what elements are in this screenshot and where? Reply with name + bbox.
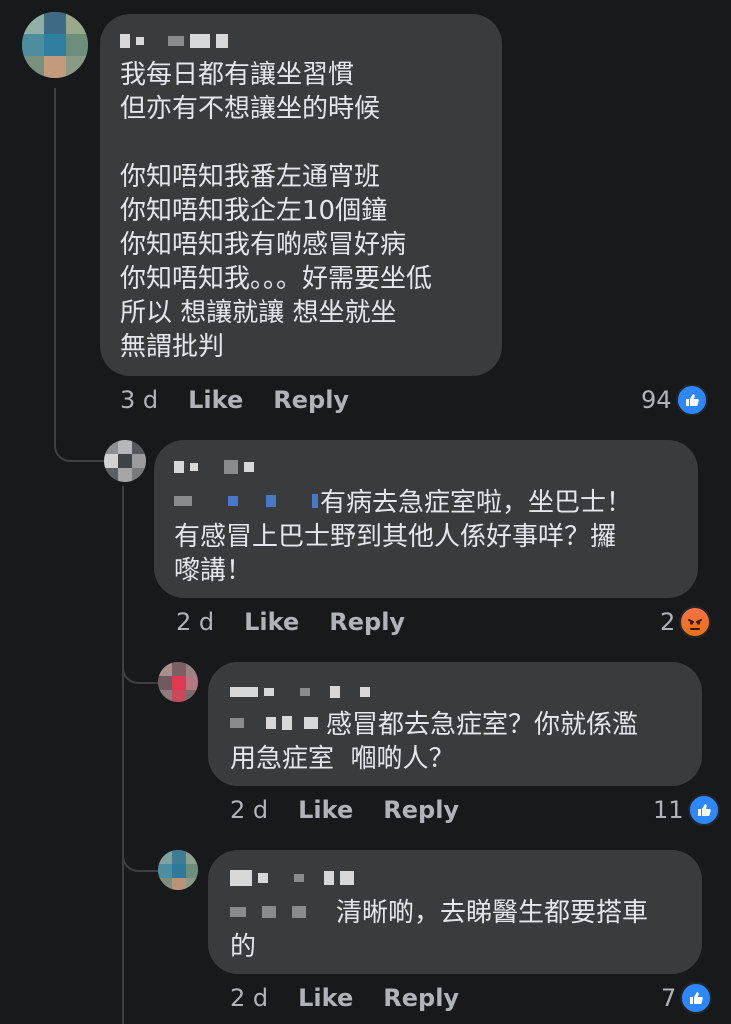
reaction-summary[interactable]: 2 [660,606,712,638]
like-icon [687,794,720,826]
reply-button[interactable]: Reply [329,608,405,636]
avatar-pixel [104,454,118,468]
comment-actions: 2 d Like Reply [230,984,489,1012]
comment-text-line: 你知唔知我。。。好需要坐低 [120,264,433,294]
reply-button[interactable]: Reply [383,984,459,1012]
comment-text-line: 但亦有不想讓坐的時候 [120,94,381,124]
avatar-pixel [132,468,146,482]
avatar-pixel [22,12,44,34]
comment-actions: 3 d Like Reply [120,386,379,414]
avatar-pixel [66,56,88,78]
avatar-pixel [22,56,44,78]
thread-connector-reply-1 [54,430,104,462]
like-button[interactable]: Like [298,796,353,824]
comment-bubble: 感冒都去急症室？你就係濫 用急症室 嗰啲人？ [208,662,702,786]
reaction-count: 7 [661,984,677,1012]
like-icon [675,384,708,416]
comment-text-line: 你知唔知我有啲感冒好病 [120,230,407,260]
avatar-pixel [118,454,132,468]
comment-text-line: 你知唔知我番左通宵班 [120,162,381,192]
comment-actions: 2 d Like Reply [176,608,435,636]
avatar-pixel [186,864,198,878]
avatar-pixel [66,34,88,56]
reaction-summary[interactable]: 7 [661,982,713,1014]
comment-text-line: 嚟講！ [174,556,253,586]
comment-text-line: 有感冒上巴士野到其他人係好事咩？攞 [174,522,617,552]
avatar-pixel [104,440,118,454]
angry-icon [679,606,712,638]
avatar-pixel [172,676,186,690]
reaction-count: 11 [653,796,684,824]
thread-line-main [54,88,56,448]
comment-timestamp[interactable]: 2 d [230,796,268,824]
like-button[interactable]: Like [298,984,353,1012]
avatar[interactable] [104,440,146,482]
avatar-pixel [158,690,172,702]
avatar-pixel [158,662,172,676]
avatar-pixel [132,440,146,454]
thread-connector-reply-3 [122,840,158,872]
thread-connector-reply-2 [122,652,158,684]
like-icon [680,982,713,1014]
comment-timestamp[interactable]: 2 d [176,608,214,636]
commenter-name-redacted[interactable] [230,906,306,918]
avatar-pixel [186,878,198,890]
avatar-pixel [172,864,186,878]
avatar-pixel [172,662,186,676]
commenter-name-redacted[interactable] [120,34,228,48]
avatar-pixel [186,662,198,676]
like-button[interactable]: Like [244,608,299,636]
like-button[interactable]: Like [188,386,243,414]
reaction-summary[interactable]: 94 [641,384,708,416]
avatar-pixel [186,690,198,702]
avatar-pixel [118,468,132,482]
commenter-name-redacted[interactable] [230,870,354,886]
comment-actions: 2 d Like Reply [230,796,489,824]
comment-text-line: 你知唔知我企左10個鐘 [120,196,388,226]
reaction-count: 94 [641,386,672,414]
commenter-name-redacted[interactable] [230,716,318,730]
comment-bubble: 清晰啲，去睇醫生都要搭車 的 [208,850,702,974]
thread-line-nested [122,486,124,1024]
avatar-pixel [172,690,186,702]
avatar-pixel [66,12,88,34]
comment-timestamp[interactable]: 2 d [230,984,268,1012]
avatar-pixel [44,56,66,78]
avatar[interactable] [22,12,88,78]
comment-text-line: 所以 想讓就讓 想坐就坐 [120,298,397,328]
comment-text-line: 清晰啲，去睇醫生都要搭車 [336,898,649,928]
comment-text-line: 無謂批判 [120,332,225,362]
reply-button[interactable]: Reply [383,796,459,824]
avatar-pixel [44,34,66,56]
avatar[interactable] [158,662,198,702]
avatar-pixel [22,34,44,56]
comment-bubble: 我每日都有讓坐習慣 但亦有不想讓坐的時候 你知唔知我番左通宵班 你知唔知我企左1… [100,14,502,376]
reaction-summary[interactable]: 11 [653,794,720,826]
avatar-pixel [158,850,172,864]
comment-timestamp[interactable]: 3 d [120,386,158,414]
commenter-name-redacted[interactable] [230,686,370,698]
comment-text-line: 我每日都有讓坐習慣 [120,60,355,90]
mention-name-redacted[interactable] [174,494,318,508]
avatar-pixel [186,850,198,864]
avatar-pixel [44,12,66,34]
avatar-pixel [172,878,186,890]
avatar[interactable] [158,850,198,890]
commenter-name-redacted[interactable] [174,460,254,474]
avatar-pixel [158,878,172,890]
comment-text-line: 用急症室 嗰啲人？ [230,744,455,774]
comment-text-line: 的 [230,932,257,962]
comment-bubble: 有病去急症室啦，坐巴士！ 有感冒上巴士野到其他人係好事咩？攞 嚟講！ [154,440,698,598]
avatar-pixel [132,454,146,468]
avatar-pixel [158,864,172,878]
reply-button[interactable]: Reply [273,386,349,414]
avatar-pixel [118,440,132,454]
avatar-pixel [186,676,198,690]
avatar-pixel [158,676,172,690]
comment-text-line: 感冒都去急症室？你就係濫 [326,710,639,740]
avatar-pixel [104,468,118,482]
avatar-pixel [172,850,186,864]
reaction-count: 2 [660,608,676,636]
comment-text-line: 有病去急症室啦，坐巴士！ [320,488,633,518]
